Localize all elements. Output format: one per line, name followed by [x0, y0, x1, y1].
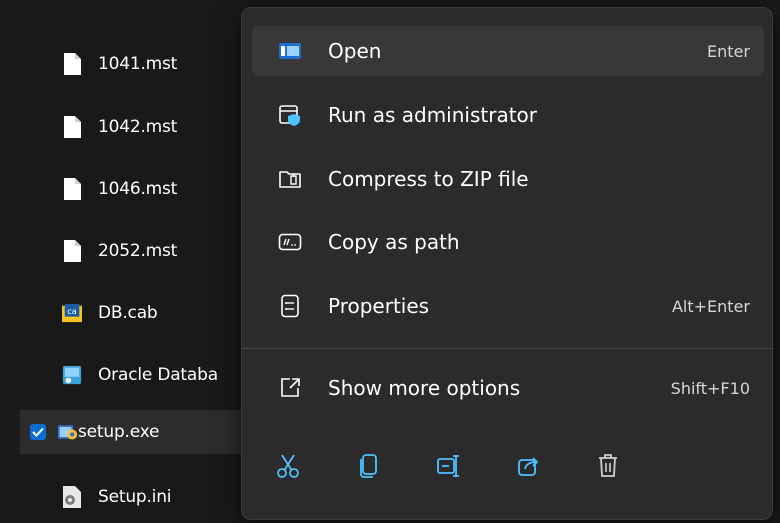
delete-button[interactable] [586, 446, 630, 490]
file-row-setup-ini[interactable]: Setup.ini [20, 475, 250, 519]
menu-divider [242, 348, 772, 349]
file-name: 2052.mst [98, 241, 178, 261]
installer-icon [62, 363, 82, 387]
file-row-1041[interactable]: 1041.mst [20, 42, 250, 86]
menu-item-label: Open [328, 39, 382, 63]
document-icon [62, 239, 82, 263]
file-name: 1041.mst [98, 54, 178, 74]
document-icon [62, 115, 82, 139]
more-options-icon [278, 376, 302, 400]
copy-icon [358, 453, 380, 483]
menu-item-show-more-options[interactable]: Show more options Shift+F10 [252, 363, 764, 413]
share-icon [517, 454, 541, 482]
cabinet-icon: ca [62, 301, 82, 325]
file-name: Setup.ini [98, 487, 172, 507]
menu-item-label: Show more options [328, 376, 521, 400]
delete-icon [597, 453, 619, 483]
svg-text:ca: ca [67, 306, 77, 316]
file-row-db-cab[interactable]: ca DB.cab [20, 291, 250, 335]
menu-item-shortcut: Shift+F10 [670, 378, 750, 398]
action-bar [252, 438, 764, 500]
menu-item-label: Run as administrator [328, 103, 538, 127]
properties-icon [278, 294, 302, 318]
rename-icon [436, 454, 462, 482]
document-icon [62, 52, 82, 76]
file-list: 1041.mst 1042.mst 1046.mst 2052.mst ca D… [0, 0, 250, 523]
settings-file-icon [62, 485, 82, 509]
menu-item-compress-zip[interactable]: Compress to ZIP file [252, 154, 764, 204]
menu-item-properties[interactable]: Properties Alt+Enter [252, 281, 764, 331]
copy-path-icon [278, 230, 302, 254]
menu-item-label: Copy as path [328, 230, 460, 254]
menu-item-shortcut: Alt+Enter [671, 296, 750, 316]
share-button[interactable] [507, 446, 551, 490]
menu-item-copy-as-path[interactable]: Copy as path [252, 217, 764, 267]
file-row-oracle[interactable]: Oracle Databa [20, 353, 250, 397]
file-name: 1046.mst [98, 179, 178, 199]
selection-checkbox[interactable] [30, 424, 46, 440]
zip-folder-icon [278, 167, 302, 191]
shield-window-icon [278, 103, 302, 127]
file-name: 1042.mst [98, 117, 178, 137]
file-row-setup-exe[interactable]: setup.exe [20, 410, 250, 454]
menu-item-run-as-admin[interactable]: Run as administrator [252, 90, 764, 140]
cut-icon [276, 453, 300, 483]
cut-button[interactable] [266, 446, 310, 490]
copy-button[interactable] [347, 446, 391, 490]
open-icon [278, 39, 302, 63]
file-row-1046[interactable]: 1046.mst [20, 167, 250, 211]
document-icon [62, 177, 82, 201]
file-name: Oracle Databa [98, 365, 218, 385]
setup-icon [58, 420, 78, 444]
context-menu: Open Enter Run as administrator Compress… [241, 7, 773, 520]
menu-item-open[interactable]: Open Enter [252, 26, 764, 76]
menu-item-label: Compress to ZIP file [328, 167, 529, 191]
file-name: DB.cab [98, 303, 158, 323]
file-row-1042[interactable]: 1042.mst [20, 105, 250, 149]
file-name: setup.exe [78, 422, 160, 442]
file-row-2052[interactable]: 2052.mst [20, 229, 250, 273]
rename-button[interactable] [427, 446, 471, 490]
menu-item-label: Properties [328, 294, 430, 318]
menu-item-shortcut: Enter [707, 41, 750, 61]
